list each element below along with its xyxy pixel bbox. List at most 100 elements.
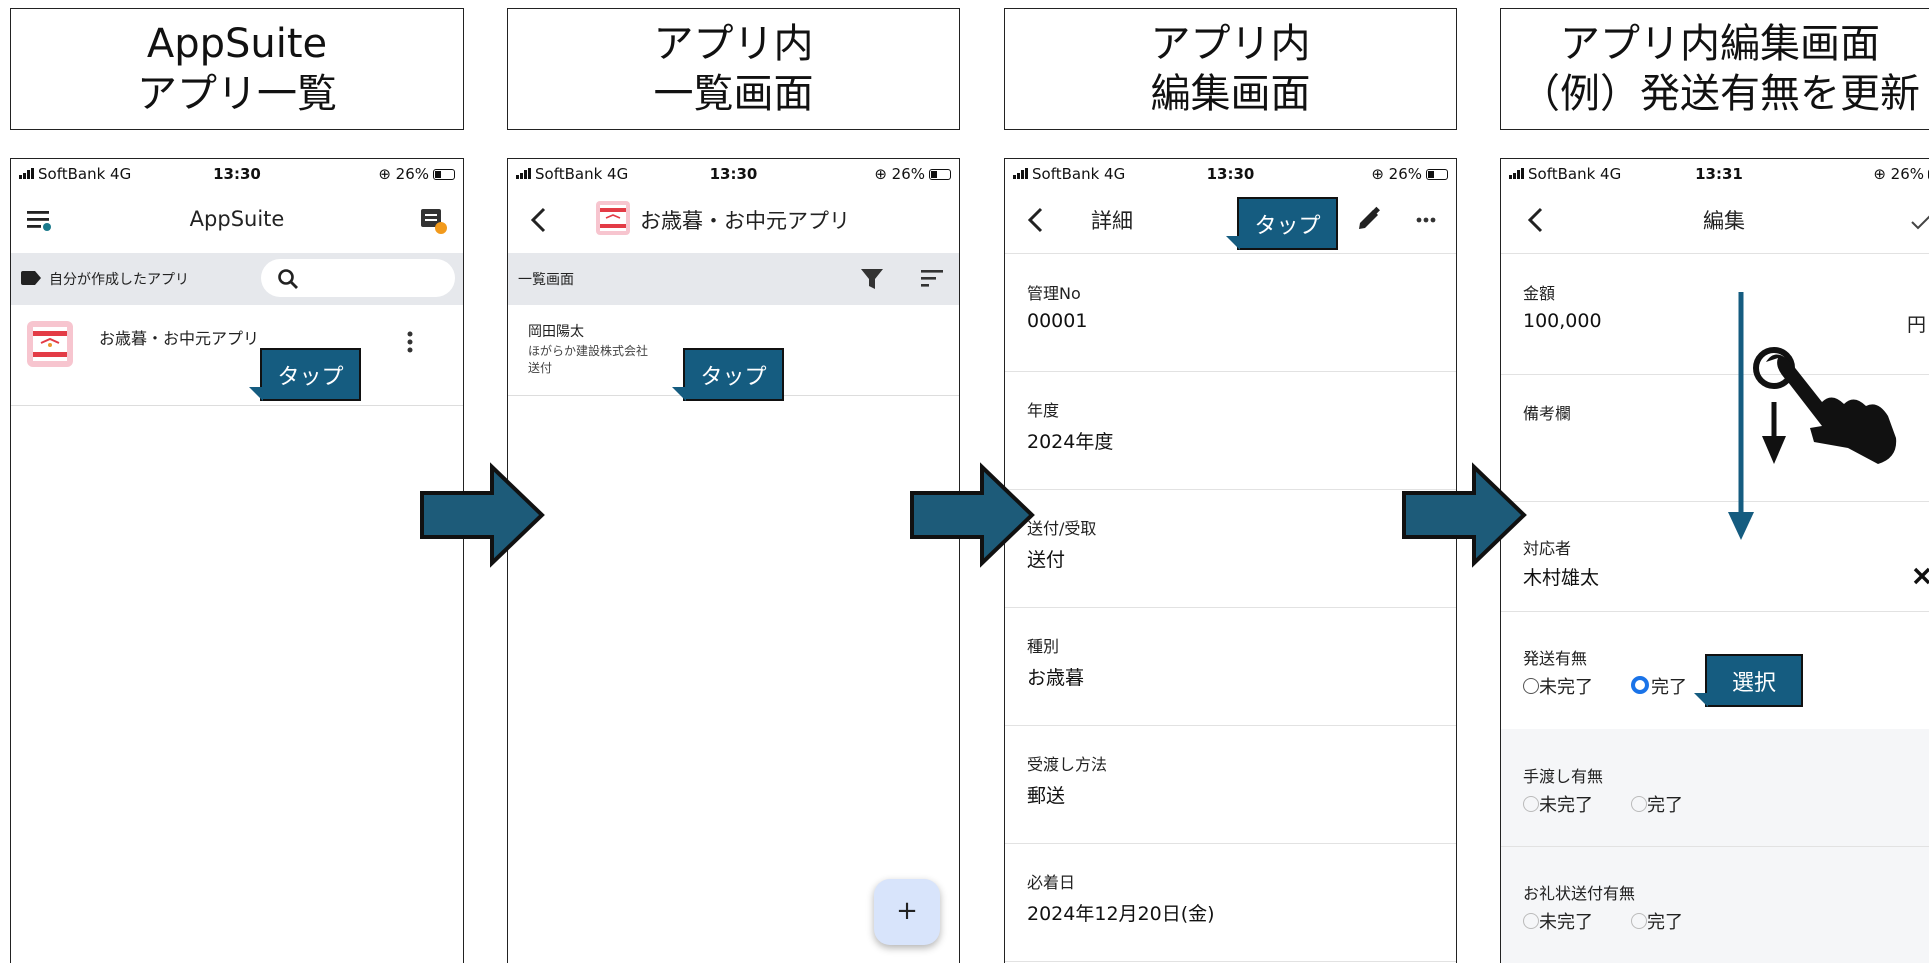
- back-icon[interactable]: [1027, 207, 1043, 233]
- step-title-1: AppSuite アプリ一覧: [10, 8, 464, 130]
- field-label: 年度: [1027, 401, 1060, 420]
- filter-icon[interactable]: [861, 269, 883, 289]
- tap-callout: タップ: [249, 348, 361, 401]
- status-bar: SoftBank 4G 13:30 ⊕ 26%: [1005, 159, 1456, 191]
- tag-icon: [21, 271, 41, 285]
- screen-title: 詳細: [1091, 209, 1133, 233]
- status-bar: SoftBank 4G 13:31 ⊕ 26%: [1501, 159, 1929, 191]
- step-title-4: アプリ内編集画面 （例）発送有無を更新: [1500, 8, 1929, 130]
- carrier-label: SoftBank 4G: [1528, 165, 1622, 183]
- disabled-section: 手渡し有無 未完了 完了 お礼状送付有無 未完了 完了: [1501, 729, 1929, 963]
- field-label: 必着日: [1027, 873, 1076, 892]
- lock-rotation-icon: ⊕: [1371, 165, 1389, 183]
- app-bar: AppSuite: [11, 191, 463, 249]
- field-year: 年度 2024年度: [1005, 371, 1456, 490]
- back-icon[interactable]: [1527, 207, 1543, 233]
- radio-label: 未完了: [1539, 912, 1593, 933]
- list-item[interactable]: お歳暮・お中元アプリ: [11, 305, 463, 406]
- check-icon[interactable]: [1911, 215, 1929, 230]
- clock: 13:31: [1695, 165, 1743, 183]
- status-bar: SoftBank 4G 13:30 ⊕ 26%: [11, 159, 463, 191]
- field-category: 種別 お歳暮: [1005, 607, 1456, 726]
- app-icon: [596, 201, 630, 235]
- radio-checked-icon: [1631, 676, 1649, 694]
- clear-icon[interactable]: [1913, 567, 1929, 585]
- radio-option-incomplete[interactable]: 未完了: [1523, 791, 1593, 817]
- app-icon: [27, 321, 73, 367]
- radio-label: 完了: [1647, 912, 1683, 933]
- radio-option-complete[interactable]: 完了: [1631, 908, 1683, 934]
- status-bar: SoftBank 4G 13:30 ⊕ 26%: [508, 159, 959, 191]
- back-icon[interactable]: [530, 207, 546, 233]
- field-assignee[interactable]: 対応者 木村雄太: [1501, 501, 1929, 612]
- next-step-arrow-icon: [1402, 462, 1527, 568]
- field-delivery-method: 受渡し方法 郵送: [1005, 725, 1456, 844]
- step-title-line2: アプリ一覧: [137, 71, 337, 117]
- step-title-3: アプリ内 編集画面: [1004, 8, 1457, 130]
- more-vert-icon[interactable]: [407, 331, 413, 353]
- phone-screen-app-list: SoftBank 4G 13:30 ⊕ 26% AppSuite 自分が作成した…: [10, 158, 464, 963]
- carrier-label: SoftBank 4G: [38, 165, 132, 183]
- app-title: AppSuite: [189, 207, 285, 231]
- step-title-line1: AppSuite: [146, 21, 328, 67]
- unit-label: 円: [1907, 314, 1927, 336]
- edit-icon[interactable]: [1357, 206, 1381, 231]
- step-title-line2: （例）発送有無を更新: [1520, 71, 1920, 117]
- signal-icon: [1509, 168, 1525, 179]
- next-step-arrow-icon: [420, 462, 545, 568]
- radio-group-hand-delivery: 手渡し有無 未完了 完了: [1501, 729, 1929, 847]
- clock: 13:30: [709, 165, 758, 183]
- swipe-hand-icon: [1753, 347, 1897, 464]
- field-arrival-date: 必着日 2024年12月20日(金): [1005, 843, 1456, 962]
- field-value: 00001: [1027, 310, 1088, 332]
- battery-icon: [1426, 169, 1448, 180]
- lock-rotation-icon: ⊕: [1873, 165, 1891, 183]
- field-value: 100,000: [1523, 310, 1602, 332]
- field-value: 2024年度: [1027, 431, 1114, 453]
- field-label: 手渡し有無: [1523, 767, 1604, 786]
- sort-icon[interactable]: [921, 270, 943, 288]
- more-horiz-icon[interactable]: [1416, 217, 1436, 223]
- signal-icon: [516, 168, 532, 179]
- radio-label: 完了: [1651, 677, 1687, 698]
- phone-screen-edit: SoftBank 4G 13:31 ⊕ 26% 編集 金額 100,000 円 …: [1500, 158, 1929, 963]
- search-input[interactable]: [261, 259, 455, 297]
- screen-title: 編集: [1703, 209, 1745, 233]
- tap-callout: タップ: [672, 348, 784, 401]
- radio-group-thank-you-letter: お礼状送付有無 未完了 完了: [1501, 846, 1929, 963]
- filter-label[interactable]: 自分が作成したアプリ: [49, 269, 189, 289]
- signal-icon: [1013, 168, 1029, 179]
- field-value: 木村雄太: [1523, 567, 1600, 589]
- step-title-2: アプリ内 一覧画面: [507, 8, 960, 130]
- radio-option-incomplete[interactable]: 未完了: [1523, 908, 1593, 934]
- view-label[interactable]: 一覧画面: [518, 269, 574, 289]
- battery-percent: 26%: [1890, 165, 1924, 183]
- radio-option-complete[interactable]: 完了: [1631, 791, 1683, 817]
- battery-percent: 26%: [395, 165, 429, 183]
- step-title-line1: アプリ内: [1150, 21, 1311, 67]
- step-title-line1: アプリ内: [653, 21, 814, 67]
- add-record-button[interactable]: +: [874, 879, 940, 945]
- select-callout: 選択: [1694, 654, 1803, 707]
- radio-label: 完了: [1647, 795, 1683, 816]
- record-type: 送付: [528, 361, 553, 375]
- filter-bar: 自分が作成したアプリ: [11, 253, 463, 305]
- app-bar: 編集: [1501, 191, 1929, 254]
- field-label: 管理No: [1027, 284, 1081, 303]
- battery-icon: [929, 169, 951, 180]
- radio-label: 未完了: [1539, 795, 1593, 816]
- carrier-label: SoftBank 4G: [535, 165, 629, 183]
- field-value: 郵送: [1027, 785, 1066, 807]
- step-title-line1: アプリ内編集画面: [1560, 21, 1880, 67]
- app-name: お歳暮・お中元アプリ: [99, 329, 260, 348]
- phone-screen-record-list: SoftBank 4G 13:30 ⊕ 26% お歳暮・お中元アプリ 一覧画面 …: [507, 158, 960, 963]
- app-bar: お歳暮・お中元アプリ: [508, 191, 959, 249]
- field-send-receive: 送付/受取 送付: [1005, 489, 1456, 608]
- carrier-label: SoftBank 4G: [1032, 165, 1126, 183]
- lock-rotation-icon: ⊕: [874, 165, 892, 183]
- notification-icon[interactable]: [419, 207, 449, 237]
- battery-percent: 26%: [1388, 165, 1422, 183]
- radio-option-incomplete[interactable]: 未完了: [1523, 673, 1593, 699]
- radio-unchecked-icon: [1523, 913, 1539, 929]
- radio-option-complete[interactable]: 完了: [1631, 673, 1687, 699]
